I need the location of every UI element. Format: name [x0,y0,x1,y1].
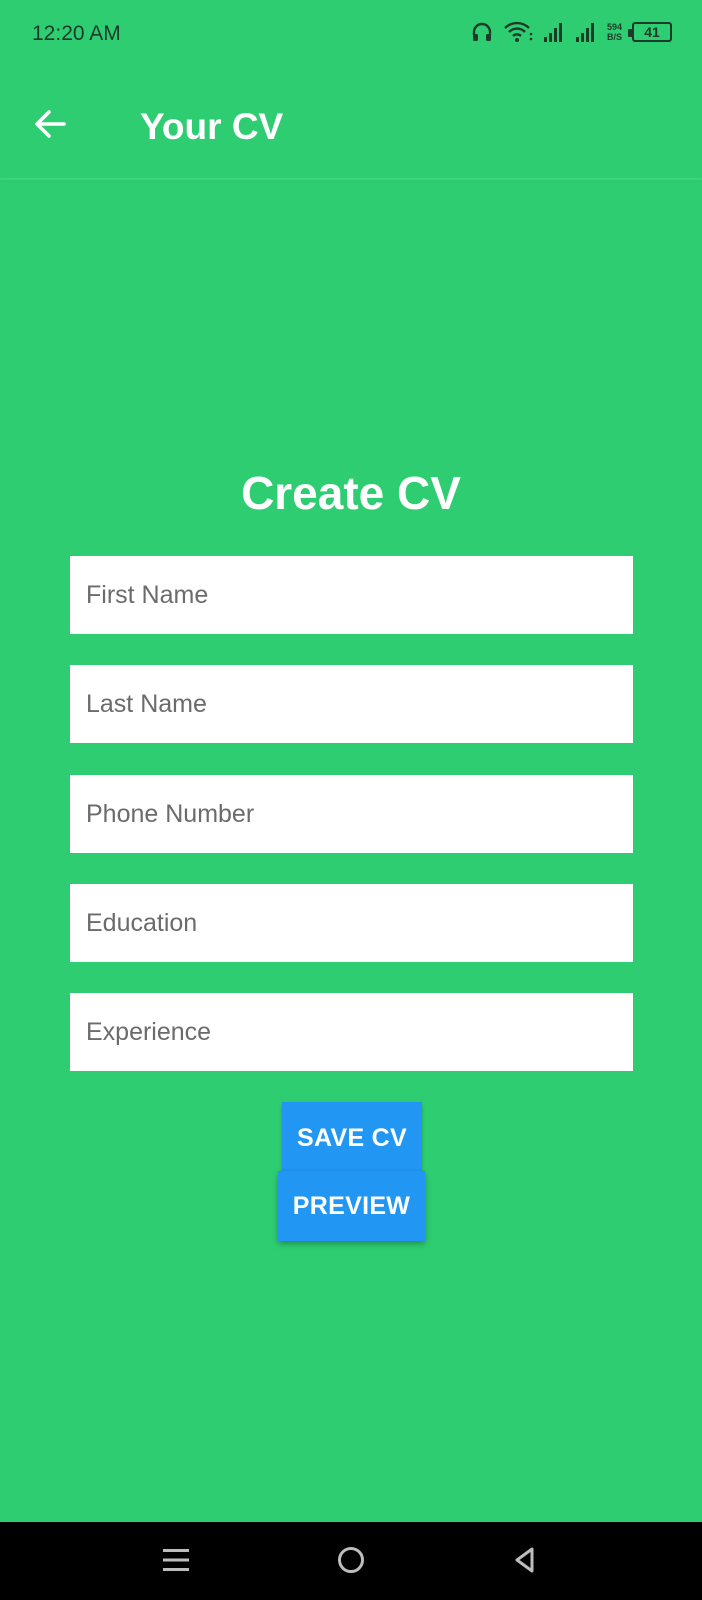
headphones-icon [471,21,493,43]
net-speed-unit: B/S [606,32,622,42]
nav-home-button[interactable] [329,1540,373,1584]
app-title: Your CV [140,106,284,147]
status-bar: 12:20 AM 594 B/S 41 [0,0,702,72]
phone-number-field[interactable] [70,775,633,853]
education-field[interactable] [70,884,633,962]
battery-level: 41 [644,24,660,40]
app-bar: Your CV [0,72,702,180]
battery-icon: 41 [628,22,672,42]
net-speed-value: 594 [606,22,622,32]
signal-icon [543,21,565,43]
nav-back-button[interactable] [503,1540,547,1584]
first-name-field[interactable] [70,556,633,634]
page-title: Create CV [241,467,461,519]
status-time: 12:20 AM [32,22,121,45]
system-nav-bar [0,1522,702,1600]
wifi-icon [503,20,533,44]
back-triangle-icon [510,1545,540,1580]
preview-button[interactable]: PREVIEW [278,1171,425,1241]
last-name-field[interactable] [70,665,633,743]
arrow-left-icon [32,106,68,147]
save-cv-button[interactable]: SAVE CV [282,1102,422,1174]
nav-menu-button[interactable] [154,1540,198,1584]
menu-icon [161,1545,191,1580]
experience-field[interactable] [70,993,633,1071]
app-screen: 12:20 AM 594 B/S 41 Your CV Create CV Fi… [0,0,702,1600]
signal-icon-2 [575,21,597,43]
status-icons: 594 B/S 41 [471,20,672,44]
net-speed: 594 B/S [607,22,622,42]
back-button[interactable] [26,102,74,150]
home-icon [336,1545,366,1580]
